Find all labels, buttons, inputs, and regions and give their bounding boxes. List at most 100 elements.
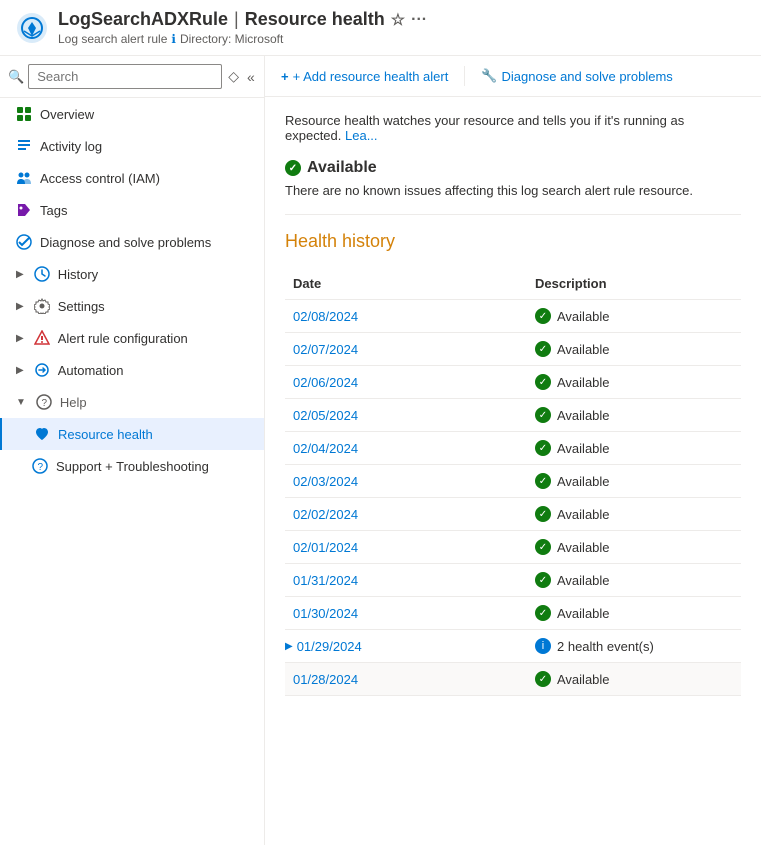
table-row: 02/03/2024 ✓ Available (285, 465, 741, 498)
date-cell: 02/03/2024 (285, 474, 535, 489)
sidebar-item-overview[interactable]: Overview (0, 98, 264, 130)
table-row: 02/01/2024 ✓ Available (285, 531, 741, 564)
sidebar-item-help-group[interactable]: ▼ ? Help (0, 386, 264, 418)
desc-cell: ✓ Available (535, 605, 741, 621)
date-cell: 02/04/2024 (285, 441, 535, 456)
collapse-icon-button[interactable]: « (245, 66, 257, 87)
table-row: 01/31/2024 ✓ Available (285, 564, 741, 597)
sidebar-item-settings[interactable]: ▶ Settings (0, 290, 264, 322)
sidebar-item-alert-rule[interactable]: ▶ Alert rule configuration (0, 322, 264, 354)
table-row: 02/08/2024 ✓ Available (285, 300, 741, 333)
wrench-icon: 🔧 (481, 68, 497, 84)
sidebar-item-diagnose[interactable]: Diagnose and solve problems (0, 226, 264, 258)
add-alert-label: + Add resource health alert (293, 69, 449, 84)
sidebar-item-label: History (58, 267, 98, 282)
status-available: ✓ Available (285, 159, 741, 177)
date-cell: 02/08/2024 (285, 309, 535, 324)
status-text: Available (557, 474, 610, 489)
content-area: Resource health watches your resource an… (265, 97, 761, 845)
filter-icon-button[interactable]: ◇ (226, 66, 241, 87)
directory-label: Directory: Microsoft (180, 32, 283, 46)
help-icon: ? (36, 394, 52, 410)
desc-cell: ✓ Available (535, 374, 741, 390)
sidebar-item-label: Activity log (40, 139, 102, 154)
subtitle-type: Log search alert rule (58, 32, 167, 46)
check-icon: ✓ (535, 308, 551, 324)
sidebar-item-access-control[interactable]: Access control (IAM) (0, 162, 264, 194)
status-text: Available (557, 309, 610, 324)
header-subtitle: Log search alert rule ℹ Directory: Micro… (58, 32, 427, 46)
star-icon[interactable]: ☆ (391, 10, 405, 30)
health-history-table: 02/08/2024 ✓ Available 02/07/2024 ✓ Avai… (285, 300, 741, 696)
learn-more-link[interactable]: Lea... (345, 128, 378, 143)
sidebar-item-label: Tags (40, 203, 67, 218)
sidebar-item-resource-health[interactable]: Resource health (0, 418, 264, 450)
desc-cell: ✓ Available (535, 473, 741, 489)
sidebar-item-tags[interactable]: Tags (0, 194, 264, 226)
search-icon: 🔍 (8, 69, 24, 85)
date-cell: 02/02/2024 (285, 507, 535, 522)
date-column-header: Date (285, 276, 535, 291)
check-icon: ✓ (535, 440, 551, 456)
sidebar-item-support[interactable]: ? Support + Troubleshooting (0, 450, 264, 482)
sidebar-item-label: Resource health (58, 427, 153, 442)
sidebar-item-history[interactable]: ▶ History (0, 258, 264, 290)
toolbar: + + Add resource health alert 🔧 Diagnose… (265, 56, 761, 97)
section-divider (285, 214, 741, 215)
search-input[interactable] (28, 64, 222, 89)
status-text: Available (557, 342, 610, 357)
sidebar-item-activity-log[interactable]: Activity log (0, 130, 264, 162)
table-row: 01/30/2024 ✓ Available (285, 597, 741, 630)
alert-rule-icon (34, 330, 50, 346)
main-content: + + Add resource health alert 🔧 Diagnose… (265, 56, 761, 845)
date-cell: 02/06/2024 (285, 375, 535, 390)
page-header: LogSearchADXRule | Resource health ☆ ···… (0, 0, 761, 56)
chevron-right-icon: ▶ (16, 333, 24, 344)
status-text: Available (557, 606, 610, 621)
diagnose-label: Diagnose and solve problems (502, 69, 673, 84)
description-column-header: Description (535, 276, 741, 291)
status-text: Available (557, 540, 610, 555)
tags-icon (16, 202, 32, 218)
main-layout: 🔍 ◇ « Overview Activity log Access co (0, 56, 761, 845)
desc-cell: ✓ Available (535, 308, 741, 324)
sidebar-item-label: Support + Troubleshooting (56, 459, 209, 474)
table-row: 02/05/2024 ✓ Available (285, 399, 741, 432)
sidebar-item-automation[interactable]: ▶ Automation (0, 354, 264, 386)
resource-name: LogSearchADXRule (58, 9, 228, 30)
check-icon: ✓ (535, 671, 551, 687)
sidebar-item-label: Access control (IAM) (40, 171, 160, 186)
desc-cell: ✓ Available (535, 506, 741, 522)
date-cell: 02/05/2024 (285, 408, 535, 423)
settings-icon (34, 298, 50, 314)
check-icon: ✓ (535, 407, 551, 423)
desc-cell: ✓ Available (535, 572, 741, 588)
chevron-right-icon: ▶ (16, 301, 24, 312)
add-alert-button[interactable]: + + Add resource health alert (281, 65, 448, 88)
plus-icon: + (281, 69, 289, 84)
title-separator: | (234, 9, 239, 30)
sidebar: 🔍 ◇ « Overview Activity log Access co (0, 56, 265, 845)
info-icon: ℹ (171, 32, 176, 46)
diagnose-button[interactable]: 🔧 Diagnose and solve problems (481, 64, 672, 88)
available-check-icon: ✓ (285, 160, 301, 176)
header-title-block: LogSearchADXRule | Resource health ☆ ···… (58, 9, 427, 46)
check-icon: ✓ (535, 473, 551, 489)
table-row: 02/07/2024 ✓ Available (285, 333, 741, 366)
sidebar-item-label: Overview (40, 107, 94, 122)
date-cell[interactable]: ▶ 01/29/2024 (285, 639, 535, 654)
table-row: 02/06/2024 ✓ Available (285, 366, 741, 399)
table-row[interactable]: ▶ 01/29/2024 i 2 health event(s) (285, 630, 741, 663)
status-text: Available (557, 408, 610, 423)
status-text: Available (557, 672, 610, 687)
check-icon: ✓ (535, 572, 551, 588)
check-icon: ✓ (535, 605, 551, 621)
status-text: 2 health event(s) (557, 639, 654, 654)
more-icon[interactable]: ··· (411, 11, 427, 29)
resource-health-icon (34, 426, 50, 442)
desc-cell: ✓ Available (535, 539, 741, 555)
info-icon: i (535, 638, 551, 654)
search-bar: 🔍 ◇ « (0, 56, 264, 98)
table-row: 01/28/2024 ✓ Available (285, 663, 741, 696)
svg-text:?: ? (41, 398, 47, 409)
